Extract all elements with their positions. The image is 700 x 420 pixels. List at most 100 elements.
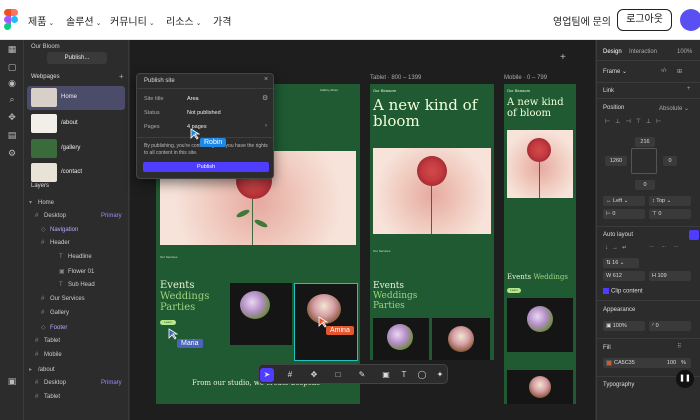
- offset-left-input[interactable]: ⊢ 0: [603, 209, 645, 219]
- code-icon[interactable]: ‹/›: [661, 68, 667, 74]
- layer-item[interactable]: # Tablet: [35, 338, 60, 344]
- contact-sales-link[interactable]: 영업팀에 문의: [553, 13, 611, 28]
- frame-options-icon[interactable]: ⊞: [677, 68, 682, 75]
- pin-left-select[interactable]: ↔ Left ⌄: [603, 196, 645, 206]
- layer-item[interactable]: ◇ Navigation: [41, 226, 78, 233]
- layer-item[interactable]: ▾ Home: [29, 199, 54, 206]
- settings-icon[interactable]: ⚙: [7, 148, 17, 158]
- add-page-icon[interactable]: +: [119, 72, 124, 81]
- layer-item[interactable]: # Gallery: [41, 310, 69, 316]
- tool-strip: ▦ ▢ ◉ ⌕ ✥ ▤ ⚙ ▣: [0, 40, 24, 420]
- flower-stem: [431, 186, 432, 234]
- page-thumbnail: [31, 139, 57, 158]
- opacity-input[interactable]: ▣ 100%: [603, 321, 645, 331]
- width-input[interactable]: W 612: [603, 271, 645, 281]
- constraint-box[interactable]: [631, 148, 657, 174]
- constraint-bottom-input[interactable]: 0: [635, 180, 655, 190]
- position-mode-select[interactable]: Absolute ⌄: [659, 105, 689, 112]
- tab-interaction[interactable]: Interaction: [629, 49, 657, 55]
- layer-item[interactable]: # Header: [41, 240, 70, 246]
- nav-pricing[interactable]: 가격: [213, 13, 231, 28]
- frame-tool-icon[interactable]: #: [285, 370, 295, 380]
- divider: [597, 98, 700, 99]
- alignment-grid-icon[interactable]: ⋯ ⋯ ⋯: [649, 244, 682, 250]
- divider: [137, 88, 275, 89]
- learn-button[interactable]: Learn: [507, 288, 521, 293]
- link-label: Link: [603, 88, 615, 94]
- layers-icon[interactable]: ◉: [7, 78, 17, 88]
- direction-icons[interactable]: ↓→↵: [605, 244, 631, 251]
- assets-icon[interactable]: ▤: [7, 130, 17, 140]
- site-title-input[interactable]: Area: [187, 96, 199, 102]
- chevron-right-icon[interactable]: ›: [265, 123, 267, 129]
- page-thumbnail: [31, 114, 57, 133]
- pages-icon[interactable]: ▢: [7, 62, 17, 72]
- height-input[interactable]: H 109: [649, 271, 691, 281]
- page-item-home[interactable]: Home: [27, 86, 125, 110]
- layer-item[interactable]: # Tablet: [35, 394, 60, 400]
- avatar[interactable]: [680, 9, 700, 31]
- alignment-icons[interactable]: ⊢⊥⊣⊤⊥⊢: [605, 118, 666, 125]
- pen-tool-icon[interactable]: ✎: [357, 370, 367, 380]
- page-item-about[interactable]: /about: [27, 112, 125, 136]
- image-tool-icon[interactable]: ▣: [381, 370, 391, 380]
- add-breakpoint-icon[interactable]: +: [560, 52, 566, 63]
- auto-layout-toggle[interactable]: [689, 230, 699, 240]
- help-icon[interactable]: ▣: [7, 376, 17, 386]
- site-title-label: Site title: [144, 96, 164, 102]
- layer-item[interactable]: # Our Services: [41, 296, 85, 302]
- corner-radius-input[interactable]: ◜ 0: [649, 321, 691, 331]
- tablet-frame[interactable]: Our Blossom A new kind of bloom Our Serv…: [370, 84, 494, 360]
- page-item-contact[interactable]: /contact: [27, 161, 125, 185]
- publish-confirm-button[interactable]: Publish: [143, 162, 269, 172]
- add-link-icon[interactable]: +: [687, 86, 691, 92]
- comment-tool-icon[interactable]: ◯: [417, 370, 427, 380]
- chevron-down-icon: ⌄: [195, 20, 202, 27]
- mobile-frame[interactable]: Our Blossom A new kind of bloom Events W…: [504, 84, 576, 404]
- styles-icon[interactable]: ⠿: [677, 343, 681, 350]
- figma-menu-icon[interactable]: ▦: [7, 44, 17, 54]
- rectangle-tool-icon[interactable]: □: [333, 370, 343, 380]
- layer-item[interactable]: ◇ Footer: [41, 324, 67, 331]
- layer-item[interactable]: T Headline: [59, 254, 92, 260]
- layer-item[interactable]: T Sub Head: [59, 282, 95, 288]
- pause-icon[interactable]: ❚❚: [676, 370, 694, 388]
- clip-content-checkbox[interactable]: Clip content: [603, 288, 643, 295]
- constraint-left-input[interactable]: 1260: [605, 156, 627, 166]
- gap-input[interactable]: ⇅ 16 ⌄: [603, 258, 639, 268]
- publish-button[interactable]: Publish...: [47, 52, 107, 64]
- constraint-top-input[interactable]: 216: [635, 137, 655, 147]
- zoom-level[interactable]: 100%: [677, 49, 692, 55]
- offset-top-input[interactable]: ⊤ 0: [649, 209, 691, 219]
- layer-item[interactable]: ▸/about: [29, 366, 55, 373]
- layer-item[interactable]: # Desktop Primary: [35, 380, 125, 386]
- close-icon[interactable]: ×: [264, 76, 268, 83]
- component-tool-icon[interactable]: ✥: [309, 370, 319, 380]
- frame-selector[interactable]: Frame ⌄: [603, 68, 627, 75]
- move-tool-icon[interactable]: ➤: [260, 368, 274, 382]
- layer-item[interactable]: ▣ Flower 01: [59, 268, 94, 275]
- layer-item[interactable]: # Desktop Primary: [35, 213, 125, 219]
- figma-logo-icon[interactable]: [4, 9, 18, 31]
- logout-button[interactable]: 로그아웃: [617, 9, 672, 31]
- fill-color-input[interactable]: CA5C35 100%: [603, 358, 691, 368]
- pin-top-select[interactable]: ↕ Top ⌄: [649, 196, 691, 206]
- constraint-right-input[interactable]: 0: [663, 156, 677, 166]
- nav-resources[interactable]: 리소스 ⌄: [166, 13, 201, 28]
- ai-tool-icon[interactable]: ✦: [435, 370, 445, 380]
- nav-products[interactable]: 제품 ⌄: [28, 13, 54, 28]
- status-label: Status: [144, 110, 160, 116]
- tab-design[interactable]: Design: [603, 49, 622, 55]
- components-icon[interactable]: ✥: [7, 112, 17, 122]
- nav-community[interactable]: 커뮤니티 ⌄: [110, 13, 155, 28]
- nav-solutions[interactable]: 솔루션 ⌄: [66, 13, 101, 28]
- status-value: Not published: [187, 110, 221, 116]
- left-panel: Our Bloom Publish... Webpages + Home /ab…: [25, 40, 129, 420]
- gear-icon[interactable]: ⚙: [262, 94, 268, 102]
- page-item-gallery[interactable]: /gallery: [27, 137, 125, 161]
- text-tool-icon[interactable]: T: [399, 370, 409, 380]
- learn-button[interactable]: Learn: [160, 320, 176, 325]
- popover-title: Publish site: [144, 78, 175, 84]
- search-icon[interactable]: ⌕: [7, 94, 17, 104]
- layer-item[interactable]: # Mobile: [35, 352, 62, 358]
